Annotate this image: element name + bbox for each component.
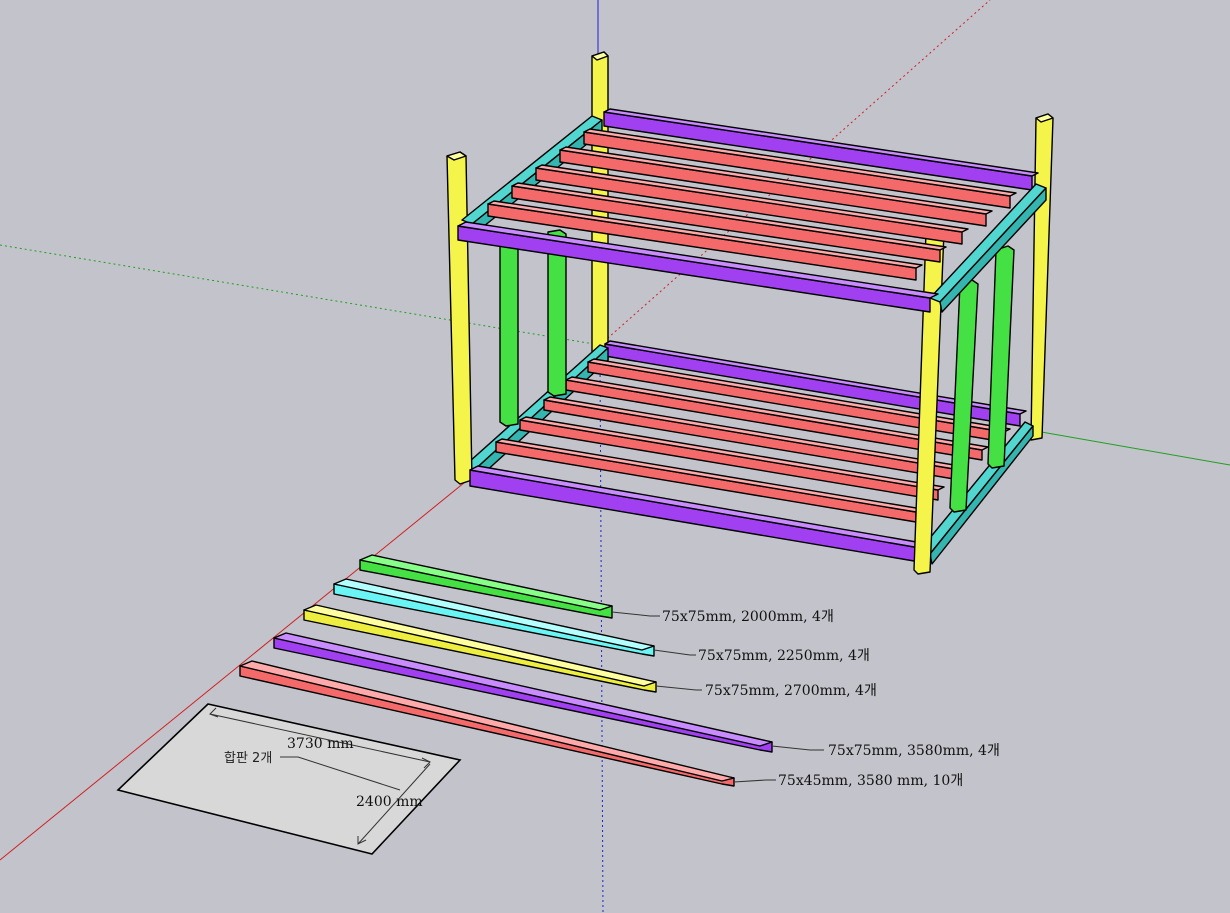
part-label-red: 75x45mm, 3580 mm, 10개 xyxy=(778,773,963,789)
post-back-right[interactable] xyxy=(1030,113,1054,441)
plywood-height-dim: 2400 mm xyxy=(356,794,423,810)
part-label-green: 75x75mm, 2000mm, 4개 xyxy=(662,609,834,625)
stud-right-back[interactable] xyxy=(987,245,1015,469)
plywood-label: 합판 2개 xyxy=(224,751,272,766)
sketchup-viewport[interactable]: 75x75mm, 2000mm, 4개 75x75mm, 2250mm, 4개 … xyxy=(0,0,1230,913)
stud-left-front[interactable] xyxy=(499,235,519,427)
part-label-cyan: 75x75mm, 2250mm, 4개 xyxy=(698,648,870,664)
plywood-width-dim: 3730 mm xyxy=(287,736,354,752)
plywood-sheet[interactable]: 합판 2개 3730 mm 2400 mm xyxy=(116,703,462,855)
bunk-frame[interactable] xyxy=(446,51,1054,575)
part-label-purple: 75x75mm, 3580mm, 4개 xyxy=(828,743,1000,759)
part-label-yellow: 75x75mm, 2700mm, 4개 xyxy=(705,683,877,699)
model-scene[interactable]: 75x75mm, 2000mm, 4개 75x75mm, 2250mm, 4개 … xyxy=(0,0,1230,913)
post-front-left[interactable] xyxy=(446,151,473,485)
stud-right-front[interactable] xyxy=(949,279,979,513)
axis-green-solid xyxy=(1029,429,1230,466)
part-green-piece[interactable] xyxy=(359,554,613,619)
